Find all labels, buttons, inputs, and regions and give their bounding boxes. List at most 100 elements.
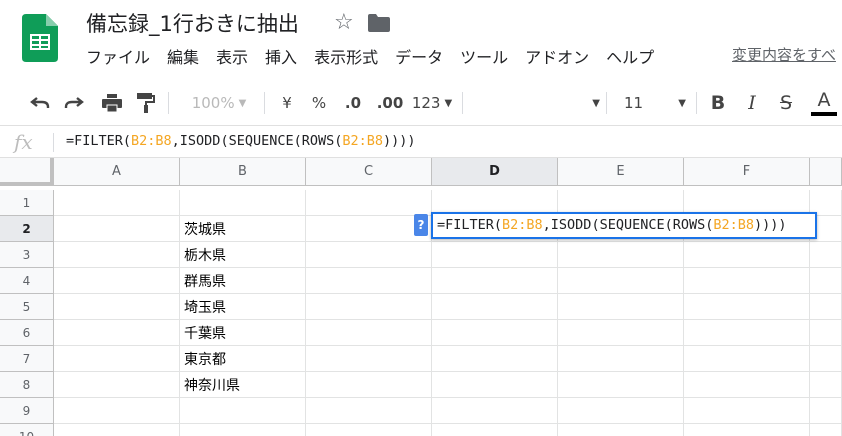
- currency-format-button[interactable]: ¥: [276, 80, 298, 126]
- row-header-1[interactable]: 1: [0, 190, 54, 216]
- cell-g4[interactable]: [810, 268, 842, 294]
- text-color-button[interactable]: A: [810, 80, 838, 126]
- cell-a7[interactable]: [54, 346, 180, 372]
- cell-g6[interactable]: [810, 320, 842, 346]
- cell-c10[interactable]: [306, 424, 432, 436]
- star-icon[interactable]: ☆: [334, 10, 354, 35]
- cell-g3[interactable]: [810, 242, 842, 268]
- paint-format-button[interactable]: [132, 80, 160, 126]
- cell-b6[interactable]: 千葉県: [180, 320, 306, 346]
- cell-f3[interactable]: [684, 242, 810, 268]
- cell-c5[interactable]: [306, 294, 432, 320]
- column-header-e[interactable]: E: [558, 158, 684, 186]
- increase-decimal-button[interactable]: .00: [374, 80, 406, 126]
- cell-f6[interactable]: [684, 320, 810, 346]
- cell-a1[interactable]: [54, 190, 180, 216]
- number-format-select[interactable]: 123 ▼: [410, 80, 454, 126]
- sheets-logo-icon[interactable]: [22, 14, 58, 62]
- cell-e7[interactable]: [558, 346, 684, 372]
- row-header-9[interactable]: 9: [0, 398, 54, 424]
- cell-d4[interactable]: [432, 268, 558, 294]
- column-header-f[interactable]: F: [684, 158, 810, 186]
- cell-a6[interactable]: [54, 320, 180, 346]
- cell-a3[interactable]: [54, 242, 180, 268]
- print-button[interactable]: [98, 80, 126, 126]
- folder-icon[interactable]: [368, 14, 390, 32]
- cell-d10[interactable]: [432, 424, 558, 436]
- italic-button[interactable]: I: [740, 80, 764, 126]
- column-header-d[interactable]: D: [432, 158, 558, 186]
- row-header-3[interactable]: 3: [0, 242, 54, 268]
- font-family-select[interactable]: ▼: [470, 80, 600, 126]
- cell-e5[interactable]: [558, 294, 684, 320]
- row-header-5[interactable]: 5: [0, 294, 54, 320]
- cell-c6[interactable]: [306, 320, 432, 346]
- menu-addons[interactable]: アドオン: [525, 46, 598, 70]
- column-header-c[interactable]: C: [306, 158, 432, 186]
- menu-tools[interactable]: ツール: [460, 46, 517, 70]
- cell-d5[interactable]: [432, 294, 558, 320]
- column-header-overflow[interactable]: [810, 158, 842, 186]
- cell-d3[interactable]: [432, 242, 558, 268]
- undo-button[interactable]: [26, 80, 54, 126]
- document-title[interactable]: 備忘録_1行おきに抽出: [86, 8, 299, 38]
- cell-f4[interactable]: [684, 268, 810, 294]
- cell-e9[interactable]: [558, 398, 684, 424]
- cell-b9[interactable]: [180, 398, 306, 424]
- row-header-10[interactable]: 10: [0, 424, 54, 436]
- cell-a4[interactable]: [54, 268, 180, 294]
- row-header-8[interactable]: 8: [0, 372, 54, 398]
- select-all-corner[interactable]: [0, 158, 54, 186]
- cell-d8[interactable]: [432, 372, 558, 398]
- cell-a5[interactable]: [54, 294, 180, 320]
- cell-g8[interactable]: [810, 372, 842, 398]
- cell-d9[interactable]: [432, 398, 558, 424]
- cell-c7[interactable]: [306, 346, 432, 372]
- menu-data[interactable]: データ: [395, 46, 452, 70]
- cell-e4[interactable]: [558, 268, 684, 294]
- percent-format-button[interactable]: %: [308, 80, 330, 126]
- decrease-decimal-button[interactable]: .0: [338, 80, 368, 126]
- cell-b3[interactable]: 栃木県: [180, 242, 306, 268]
- cell-f8[interactable]: [684, 372, 810, 398]
- cell-a2[interactable]: [54, 216, 180, 242]
- cell-d7[interactable]: [432, 346, 558, 372]
- cell-b5[interactable]: 埼玉県: [180, 294, 306, 320]
- cell-b7[interactable]: 東京都: [180, 346, 306, 372]
- menu-help[interactable]: ヘルプ: [606, 46, 663, 70]
- zoom-select[interactable]: 100% ▼: [182, 80, 256, 126]
- menu-file[interactable]: ファイル: [86, 46, 159, 70]
- cell-f10[interactable]: [684, 424, 810, 436]
- row-header-2[interactable]: 2: [0, 216, 54, 242]
- cell-f7[interactable]: [684, 346, 810, 372]
- cell-b10[interactable]: [180, 424, 306, 436]
- cell-g9[interactable]: [810, 398, 842, 424]
- cell-c4[interactable]: [306, 268, 432, 294]
- cell-b4[interactable]: 群馬県: [180, 268, 306, 294]
- cell-c8[interactable]: [306, 372, 432, 398]
- cell-e6[interactable]: [558, 320, 684, 346]
- cell-a8[interactable]: [54, 372, 180, 398]
- cell-b1[interactable]: [180, 190, 306, 216]
- cell-e3[interactable]: [558, 242, 684, 268]
- cell-g10[interactable]: [810, 424, 842, 436]
- cell-c1[interactable]: [306, 190, 432, 216]
- menu-edit[interactable]: 編集: [167, 46, 208, 70]
- row-header-7[interactable]: 7: [0, 346, 54, 372]
- row-header-4[interactable]: 4: [0, 268, 54, 294]
- menu-format[interactable]: 表示形式: [314, 46, 387, 70]
- font-size-select[interactable]: 11 ▼: [614, 80, 690, 126]
- redo-button[interactable]: [60, 80, 88, 126]
- cell-a9[interactable]: [54, 398, 180, 424]
- cell-g7[interactable]: [810, 346, 842, 372]
- cell-a10[interactable]: [54, 424, 180, 436]
- strikethrough-button[interactable]: S: [774, 80, 798, 126]
- cell-b2[interactable]: 茨城県: [180, 216, 306, 242]
- cell-b8[interactable]: 神奈川県: [180, 372, 306, 398]
- formula-help-icon[interactable]: ?: [414, 214, 428, 236]
- cell-editor-d2[interactable]: =FILTER(B2:B8,ISODD(SEQUENCE(ROWS(B2:B8)…: [431, 212, 817, 239]
- column-header-b[interactable]: B: [180, 158, 306, 186]
- bold-button[interactable]: B: [706, 80, 730, 126]
- cell-e10[interactable]: [558, 424, 684, 436]
- cell-f5[interactable]: [684, 294, 810, 320]
